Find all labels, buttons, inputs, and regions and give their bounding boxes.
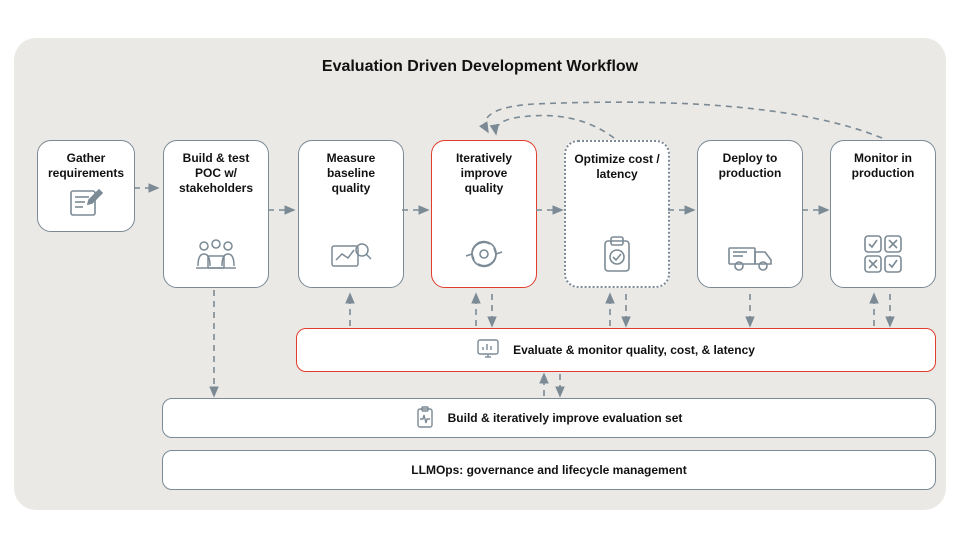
team-presentation-icon xyxy=(194,238,238,279)
step-iterate-quality: Iteratively improve quality xyxy=(431,140,537,288)
clipboard-pulse-icon xyxy=(416,406,434,431)
analytics-magnify-icon xyxy=(330,238,372,279)
step-label: Deploy to production xyxy=(719,151,782,181)
step-label: Monitor in production xyxy=(852,151,915,181)
grid-check-x-icon xyxy=(863,234,903,279)
strip-label: LLMOps: governance and lifecycle managem… xyxy=(411,463,686,477)
cycle-arrows-icon xyxy=(464,234,504,279)
clipboard-check-icon xyxy=(601,235,633,278)
step-label: Build & test POC w/ stakeholders xyxy=(179,151,253,196)
step-measure-baseline: Measure baseline quality xyxy=(298,140,404,288)
strip-build-evalset: Build & iteratively improve evaluation s… xyxy=(162,398,936,438)
pencil-note-icon xyxy=(69,188,103,223)
step-build-poc: Build & test POC w/ stakeholders xyxy=(163,140,269,288)
step-label: Gather requirements xyxy=(48,151,124,181)
truck-icon xyxy=(727,242,773,279)
strip-llmops: LLMOps: governance and lifecycle managem… xyxy=(162,450,936,490)
step-label: Measure baseline quality xyxy=(327,151,376,196)
strip-evaluate-monitor: Evaluate & monitor quality, cost, & late… xyxy=(296,328,936,372)
strip-label: Evaluate & monitor quality, cost, & late… xyxy=(513,343,755,357)
monitor-chart-icon xyxy=(477,339,499,362)
step-label: Optimize cost / latency xyxy=(574,152,659,182)
page-title: Evaluation Driven Development Workflow xyxy=(0,58,960,76)
strip-label: Build & iteratively improve evaluation s… xyxy=(448,411,683,425)
step-optimize-cost: Optimize cost / latency xyxy=(564,140,670,288)
step-deploy: Deploy to production xyxy=(697,140,803,288)
step-gather-requirements: Gather requirements xyxy=(37,140,135,232)
step-monitor: Monitor in production xyxy=(830,140,936,288)
step-label: Iteratively improve quality xyxy=(456,151,512,196)
